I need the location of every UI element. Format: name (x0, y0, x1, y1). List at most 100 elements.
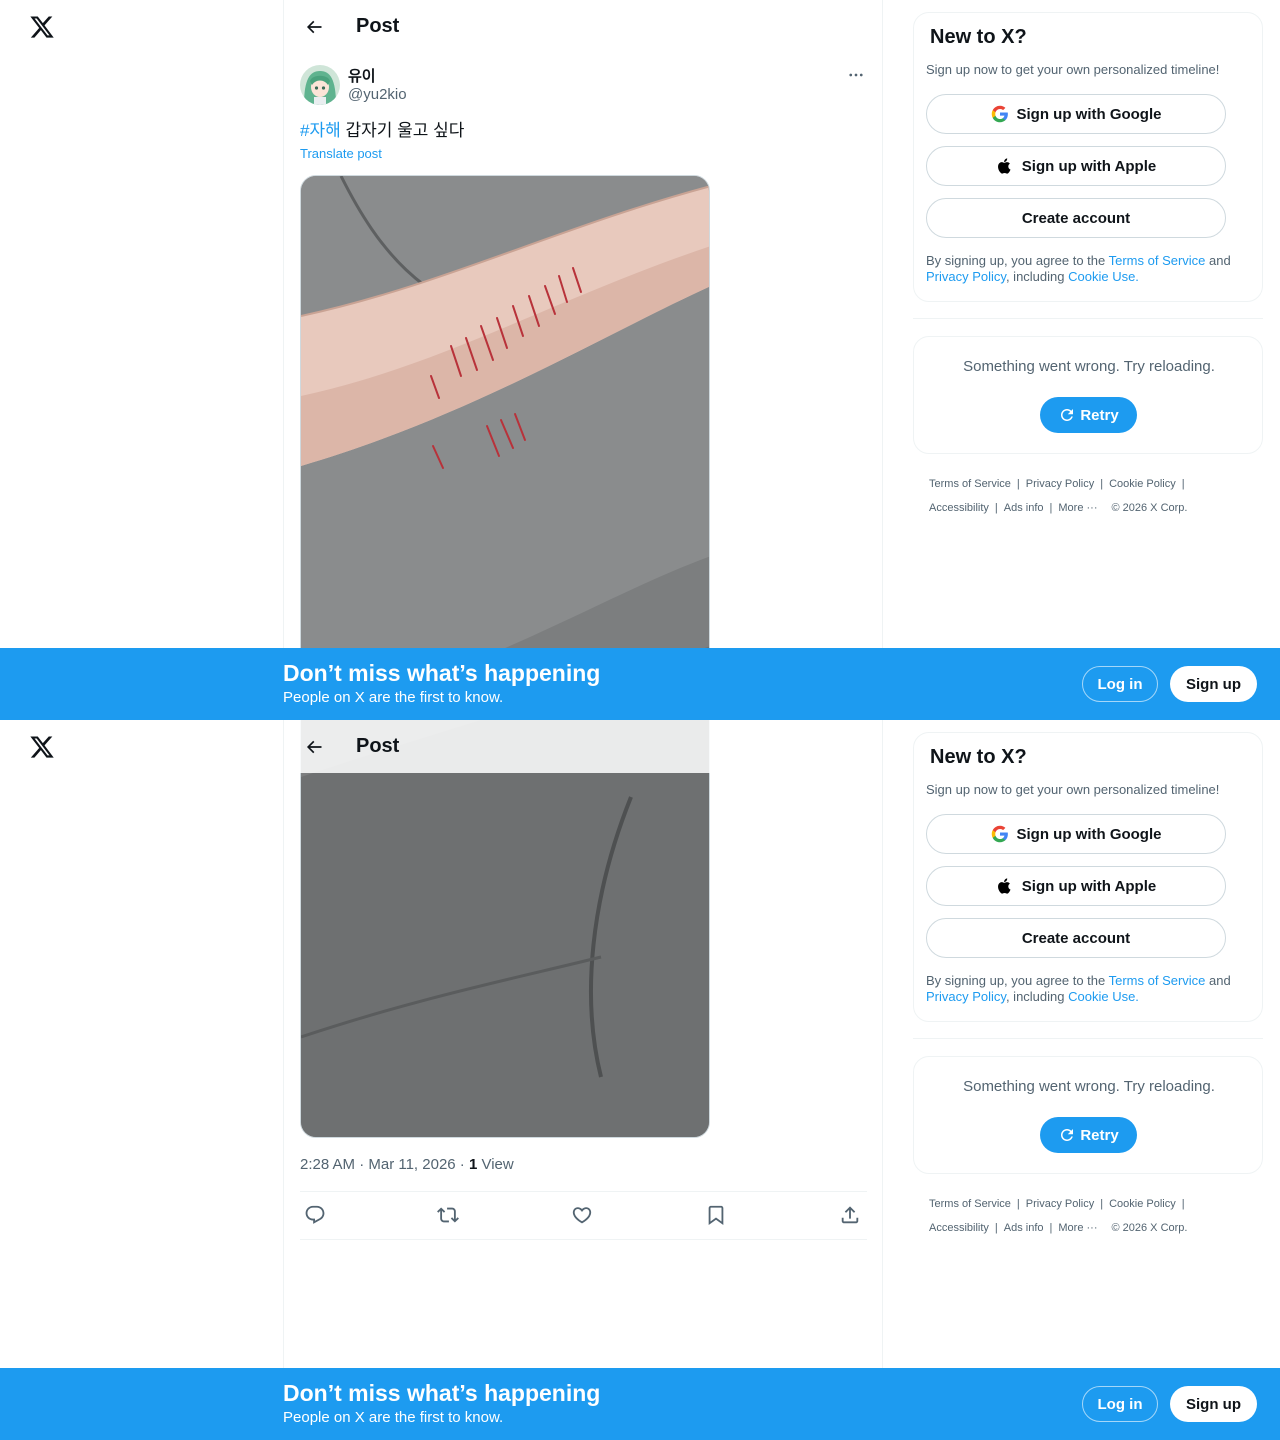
terms-of-service-link[interactable]: Terms of Service (1109, 973, 1206, 988)
signup-google-label: Sign up with Google (1016, 825, 1162, 843)
heart-icon (572, 1207, 592, 1224)
signup-google-label: Sign up with Google (1016, 105, 1162, 123)
error-card: Something went wrong. Try reloading. Ret… (913, 336, 1263, 454)
author-name[interactable]: 유이 (348, 65, 376, 86)
footer-more-link[interactable]: More ··· (1058, 1222, 1097, 1234)
primary-column: Post 유이 @yu2kio #자해 갑자기 울고 싶다 Translate … (283, 0, 883, 720)
error-message: Something went wrong. Try reloading. (963, 358, 1215, 375)
footer-privacy-link[interactable]: Privacy Policy (1026, 1198, 1094, 1210)
signup-apple-label: Sign up with Apple (1021, 157, 1157, 175)
google-icon (991, 825, 1009, 843)
retry-button[interactable]: Retry (1040, 1117, 1137, 1153)
signup-banner: Don’t miss what’s happening People on X … (0, 648, 1280, 720)
like-button[interactable] (571, 1204, 595, 1228)
banner-title: Don’t miss what’s happening (283, 660, 601, 686)
apple-icon (996, 877, 1014, 895)
share-icon (841, 1206, 859, 1224)
signup-google-button[interactable]: Sign up with Google (926, 94, 1226, 134)
terms-text: By signing up, you agree to the Terms of… (926, 253, 1231, 284)
signup-subtitle: Sign up now to get your own personalized… (926, 782, 1220, 797)
footer-ads-link[interactable]: Ads info (1004, 1222, 1044, 1234)
privacy-policy-link[interactable]: Privacy Policy (926, 989, 1006, 1004)
login-button[interactable]: Log in (1082, 1386, 1158, 1422)
footer-ads-link[interactable]: Ads info (1004, 502, 1044, 514)
refresh-icon (1061, 409, 1074, 421)
footer-privacy-link[interactable]: Privacy Policy (1026, 478, 1094, 490)
footer-terms-link[interactable]: Terms of Service (929, 1198, 1011, 1210)
signup-card: New to X? Sign up now to get your own pe… (913, 12, 1263, 302)
sidebar: New to X? Sign up now to get your own pe… (913, 732, 1263, 1234)
banner-title: Don’t miss what’s happening (283, 1380, 601, 1406)
x-logo-icon[interactable] (29, 14, 55, 40)
login-button[interactable]: Log in (1082, 666, 1158, 702)
apple-icon (996, 157, 1014, 175)
cookie-use-link[interactable]: Cookie Use. (1068, 989, 1139, 1004)
banner-subtitle: People on X are the first to know. (283, 689, 504, 706)
post-header: Post (284, 720, 882, 773)
google-icon (991, 105, 1009, 123)
signup-button[interactable]: Sign up (1170, 1386, 1257, 1422)
signup-apple-button[interactable]: Sign up with Apple (926, 866, 1226, 906)
footer-more-link[interactable]: More ··· (1058, 502, 1097, 514)
back-button[interactable] (298, 11, 330, 43)
arrow-left-icon (306, 740, 322, 754)
footer-links: Terms of Service | Privacy Policy | Cookie P… (929, 478, 1188, 514)
create-account-button[interactable]: Create account (926, 918, 1226, 958)
footer-links: Terms of Service | Privacy Policy | Cookie P… (929, 1198, 1188, 1234)
post-media-photo[interactable] (300, 720, 710, 1138)
signup-apple-button[interactable]: Sign up with Apple (926, 146, 1226, 186)
error-card: Something went wrong. Try reloading. Ret… (913, 1056, 1263, 1174)
avatar[interactable] (300, 65, 340, 105)
more-dots-icon (849, 73, 863, 77)
signup-card: New to X? Sign up now to get your own pe… (913, 732, 1263, 1022)
page-title: Post (356, 735, 400, 757)
more-options-button[interactable] (844, 64, 868, 86)
footer-cookie-link[interactable]: Cookie Policy (1109, 1198, 1176, 1210)
footer-cookie-link[interactable]: Cookie Policy (1109, 478, 1176, 490)
privacy-policy-link[interactable]: Privacy Policy (926, 269, 1006, 284)
repost-button[interactable] (437, 1204, 461, 1228)
footer-accessibility-link[interactable]: Accessibility (929, 502, 989, 514)
post-action-bar (300, 1191, 867, 1240)
post-body-text: 갑자기 울고 싶다 (340, 121, 465, 140)
share-button[interactable] (839, 1204, 863, 1228)
translate-post-link[interactable]: Translate post (300, 146, 382, 161)
footer-accessibility-link[interactable]: Accessibility (929, 1222, 989, 1234)
footer-terms-link[interactable]: Terms of Service (929, 478, 1011, 490)
cookie-use-link[interactable]: Cookie Use. (1068, 269, 1139, 284)
signup-subtitle: Sign up now to get your own personalized… (926, 62, 1220, 77)
terms-of-service-link[interactable]: Terms of Service (1109, 253, 1206, 268)
arrow-left-icon (306, 20, 322, 34)
reply-icon (305, 1205, 325, 1224)
x-logo-icon[interactable] (29, 734, 55, 760)
sidebar-divider (913, 1038, 1263, 1039)
create-account-button[interactable]: Create account (926, 198, 1226, 238)
signup-apple-label: Sign up with Apple (1021, 877, 1157, 895)
post-author: 유이 @yu2kio (300, 64, 868, 106)
page-title: Post (356, 15, 400, 37)
repost-icon (437, 1207, 459, 1223)
bookmark-button[interactable] (705, 1204, 729, 1228)
signup-title: New to X? (930, 746, 1027, 768)
post-text: #자해 갑자기 울고 싶다 (300, 120, 464, 142)
bookmark-icon (708, 1205, 724, 1226)
viewport-top: Post 유이 @yu2kio #자해 갑자기 울고 싶다 Translate … (0, 0, 1280, 720)
back-button[interactable] (298, 731, 330, 763)
signup-button[interactable]: Sign up (1170, 666, 1257, 702)
hashtag-link[interactable]: #자해 (300, 121, 341, 140)
reply-button[interactable] (304, 1204, 328, 1228)
error-message: Something went wrong. Try reloading. (963, 1078, 1215, 1095)
post-media-photo[interactable] (300, 175, 710, 720)
signup-google-button[interactable]: Sign up with Google (926, 814, 1226, 854)
footer-copyright: © 2026 X Corp. (1111, 502, 1188, 514)
retry-button[interactable]: Retry (1040, 397, 1137, 433)
sidebar-divider (913, 318, 1263, 319)
post-timestamp: 2:28 AM · Mar 11, 2026 · 1 View (300, 1156, 514, 1173)
terms-text: By signing up, you agree to the Terms of… (926, 973, 1231, 1004)
footer-copyright: © 2026 X Corp. (1111, 1222, 1188, 1234)
banner-subtitle: People on X are the first to know. (283, 1409, 504, 1426)
signup-title: New to X? (930, 26, 1027, 48)
refresh-icon (1061, 1129, 1074, 1141)
author-handle[interactable]: @yu2kio (348, 86, 407, 103)
signup-banner: Don’t miss what’s happening People on X … (0, 1368, 1280, 1440)
